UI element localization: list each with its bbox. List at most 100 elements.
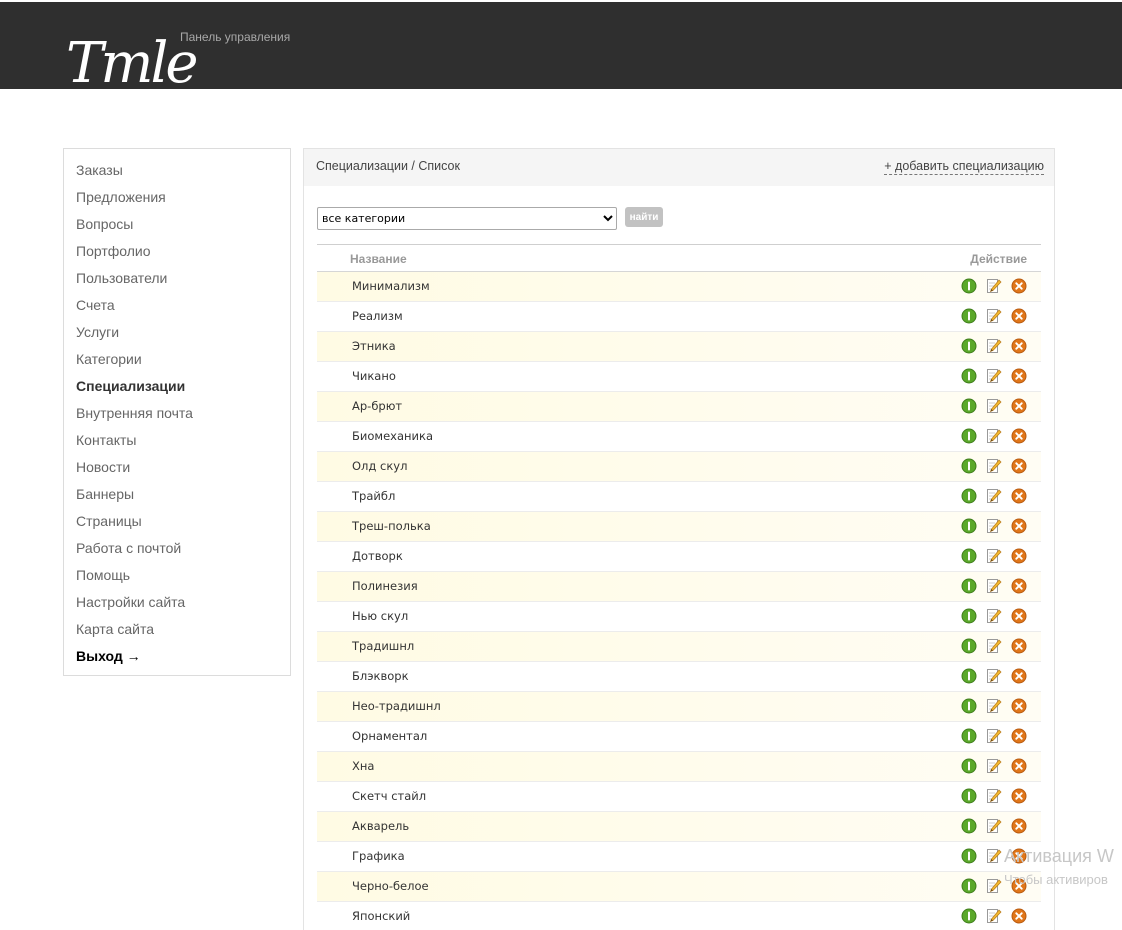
delete-x-icon[interactable]	[1011, 818, 1027, 834]
delete-x-icon[interactable]	[1011, 458, 1027, 474]
sidebar-item[interactable]: Специализации	[76, 377, 185, 395]
edit-pencil-icon[interactable]	[986, 728, 1002, 744]
sidebar-item[interactable]: Баннеры	[76, 485, 134, 503]
info-icon[interactable]	[961, 818, 977, 834]
breadcrumb: Специализации / Список	[316, 159, 460, 173]
edit-pencil-icon[interactable]	[986, 818, 1002, 834]
delete-x-icon[interactable]	[1011, 488, 1027, 504]
specialization-name: Дотворк	[352, 549, 403, 563]
top-bar: Tmle Панель управления	[0, 2, 1122, 89]
info-icon[interactable]	[961, 398, 977, 414]
table-row: Полинезия	[317, 572, 1041, 602]
edit-pencil-icon[interactable]	[986, 518, 1002, 534]
info-icon[interactable]	[961, 668, 977, 684]
sidebar-item[interactable]: Портфолио	[76, 242, 151, 260]
edit-pencil-icon[interactable]	[986, 488, 1002, 504]
info-icon[interactable]	[961, 278, 977, 294]
delete-x-icon[interactable]	[1011, 638, 1027, 654]
edit-pencil-icon[interactable]	[986, 608, 1002, 624]
info-icon[interactable]	[961, 518, 977, 534]
row-actions	[961, 368, 1027, 384]
info-icon[interactable]	[961, 428, 977, 444]
edit-pencil-icon[interactable]	[986, 338, 1002, 354]
sidebar-item[interactable]: Помощь	[76, 566, 130, 584]
info-icon[interactable]	[961, 788, 977, 804]
delete-x-icon[interactable]	[1011, 338, 1027, 354]
delete-x-icon[interactable]	[1011, 398, 1027, 414]
info-icon[interactable]	[961, 878, 977, 894]
sidebar-item[interactable]: Предложения	[76, 188, 166, 206]
delete-x-icon[interactable]	[1011, 518, 1027, 534]
info-icon[interactable]	[961, 758, 977, 774]
find-button[interactable]: найти	[625, 207, 663, 227]
specialization-name: Японский	[352, 909, 411, 923]
table-row: Японский	[317, 902, 1041, 930]
sidebar-item[interactable]: Карта сайта	[76, 620, 154, 638]
edit-pencil-icon[interactable]	[986, 398, 1002, 414]
edit-pencil-icon[interactable]	[986, 458, 1002, 474]
delete-x-icon[interactable]	[1011, 668, 1027, 684]
edit-pencil-icon[interactable]	[986, 548, 1002, 564]
sidebar-item[interactable]: Работа с почтой	[76, 539, 181, 557]
delete-x-icon[interactable]	[1011, 728, 1027, 744]
delete-x-icon[interactable]	[1011, 788, 1027, 804]
edit-pencil-icon[interactable]	[986, 878, 1002, 894]
row-actions	[961, 758, 1027, 774]
sidebar-item[interactable]: Настройки сайта	[76, 593, 185, 611]
sidebar-item[interactable]: Выход →	[76, 647, 141, 665]
info-icon[interactable]	[961, 728, 977, 744]
delete-x-icon[interactable]	[1011, 278, 1027, 294]
info-icon[interactable]	[961, 638, 977, 654]
info-icon[interactable]	[961, 578, 977, 594]
delete-x-icon[interactable]	[1011, 608, 1027, 624]
sidebar-item[interactable]: Услуги	[76, 323, 119, 341]
add-specialization-link[interactable]: + добавить специализацию	[884, 159, 1044, 175]
edit-pencil-icon[interactable]	[986, 428, 1002, 444]
site-logo[interactable]: Tmle	[66, 24, 199, 89]
edit-pencil-icon[interactable]	[986, 278, 1002, 294]
specialization-name: Черно-белое	[352, 879, 429, 893]
specialization-name: Орнаментал	[352, 729, 428, 743]
info-icon[interactable]	[961, 308, 977, 324]
table-row: Реализм	[317, 302, 1041, 332]
sidebar-item[interactable]: Категории	[76, 350, 142, 368]
delete-x-icon[interactable]	[1011, 428, 1027, 444]
info-icon[interactable]	[961, 548, 977, 564]
delete-x-icon[interactable]	[1011, 758, 1027, 774]
info-icon[interactable]	[961, 488, 977, 504]
info-icon[interactable]	[961, 698, 977, 714]
sidebar-item[interactable]: Новости	[76, 458, 130, 476]
sidebar-item[interactable]: Вопросы	[76, 215, 133, 233]
delete-x-icon[interactable]	[1011, 578, 1027, 594]
edit-pencil-icon[interactable]	[986, 308, 1002, 324]
sidebar-item[interactable]: Счета	[76, 296, 115, 314]
delete-x-icon[interactable]	[1011, 908, 1027, 924]
info-icon[interactable]	[961, 338, 977, 354]
edit-pencil-icon[interactable]	[986, 908, 1002, 924]
info-icon[interactable]	[961, 368, 977, 384]
row-actions	[961, 458, 1027, 474]
edit-pencil-icon[interactable]	[986, 368, 1002, 384]
category-filter-select[interactable]: все категории	[317, 207, 617, 230]
sidebar-item[interactable]: Контакты	[76, 431, 136, 449]
info-icon[interactable]	[961, 608, 977, 624]
edit-pencil-icon[interactable]	[986, 698, 1002, 714]
delete-x-icon[interactable]	[1011, 698, 1027, 714]
edit-pencil-icon[interactable]	[986, 758, 1002, 774]
info-icon[interactable]	[961, 458, 977, 474]
sidebar-item[interactable]: Заказы	[76, 161, 123, 179]
specialization-name: Хна	[352, 759, 375, 773]
sidebar-item[interactable]: Страницы	[76, 512, 142, 530]
delete-x-icon[interactable]	[1011, 548, 1027, 564]
sidebar-item[interactable]: Внутренняя почта	[76, 404, 193, 422]
edit-pencil-icon[interactable]	[986, 788, 1002, 804]
sidebar-item[interactable]: Пользователи	[76, 269, 167, 287]
info-icon[interactable]	[961, 908, 977, 924]
delete-x-icon[interactable]	[1011, 308, 1027, 324]
edit-pencil-icon[interactable]	[986, 668, 1002, 684]
edit-pencil-icon[interactable]	[986, 578, 1002, 594]
edit-pencil-icon[interactable]	[986, 848, 1002, 864]
info-icon[interactable]	[961, 848, 977, 864]
edit-pencil-icon[interactable]	[986, 638, 1002, 654]
delete-x-icon[interactable]	[1011, 368, 1027, 384]
